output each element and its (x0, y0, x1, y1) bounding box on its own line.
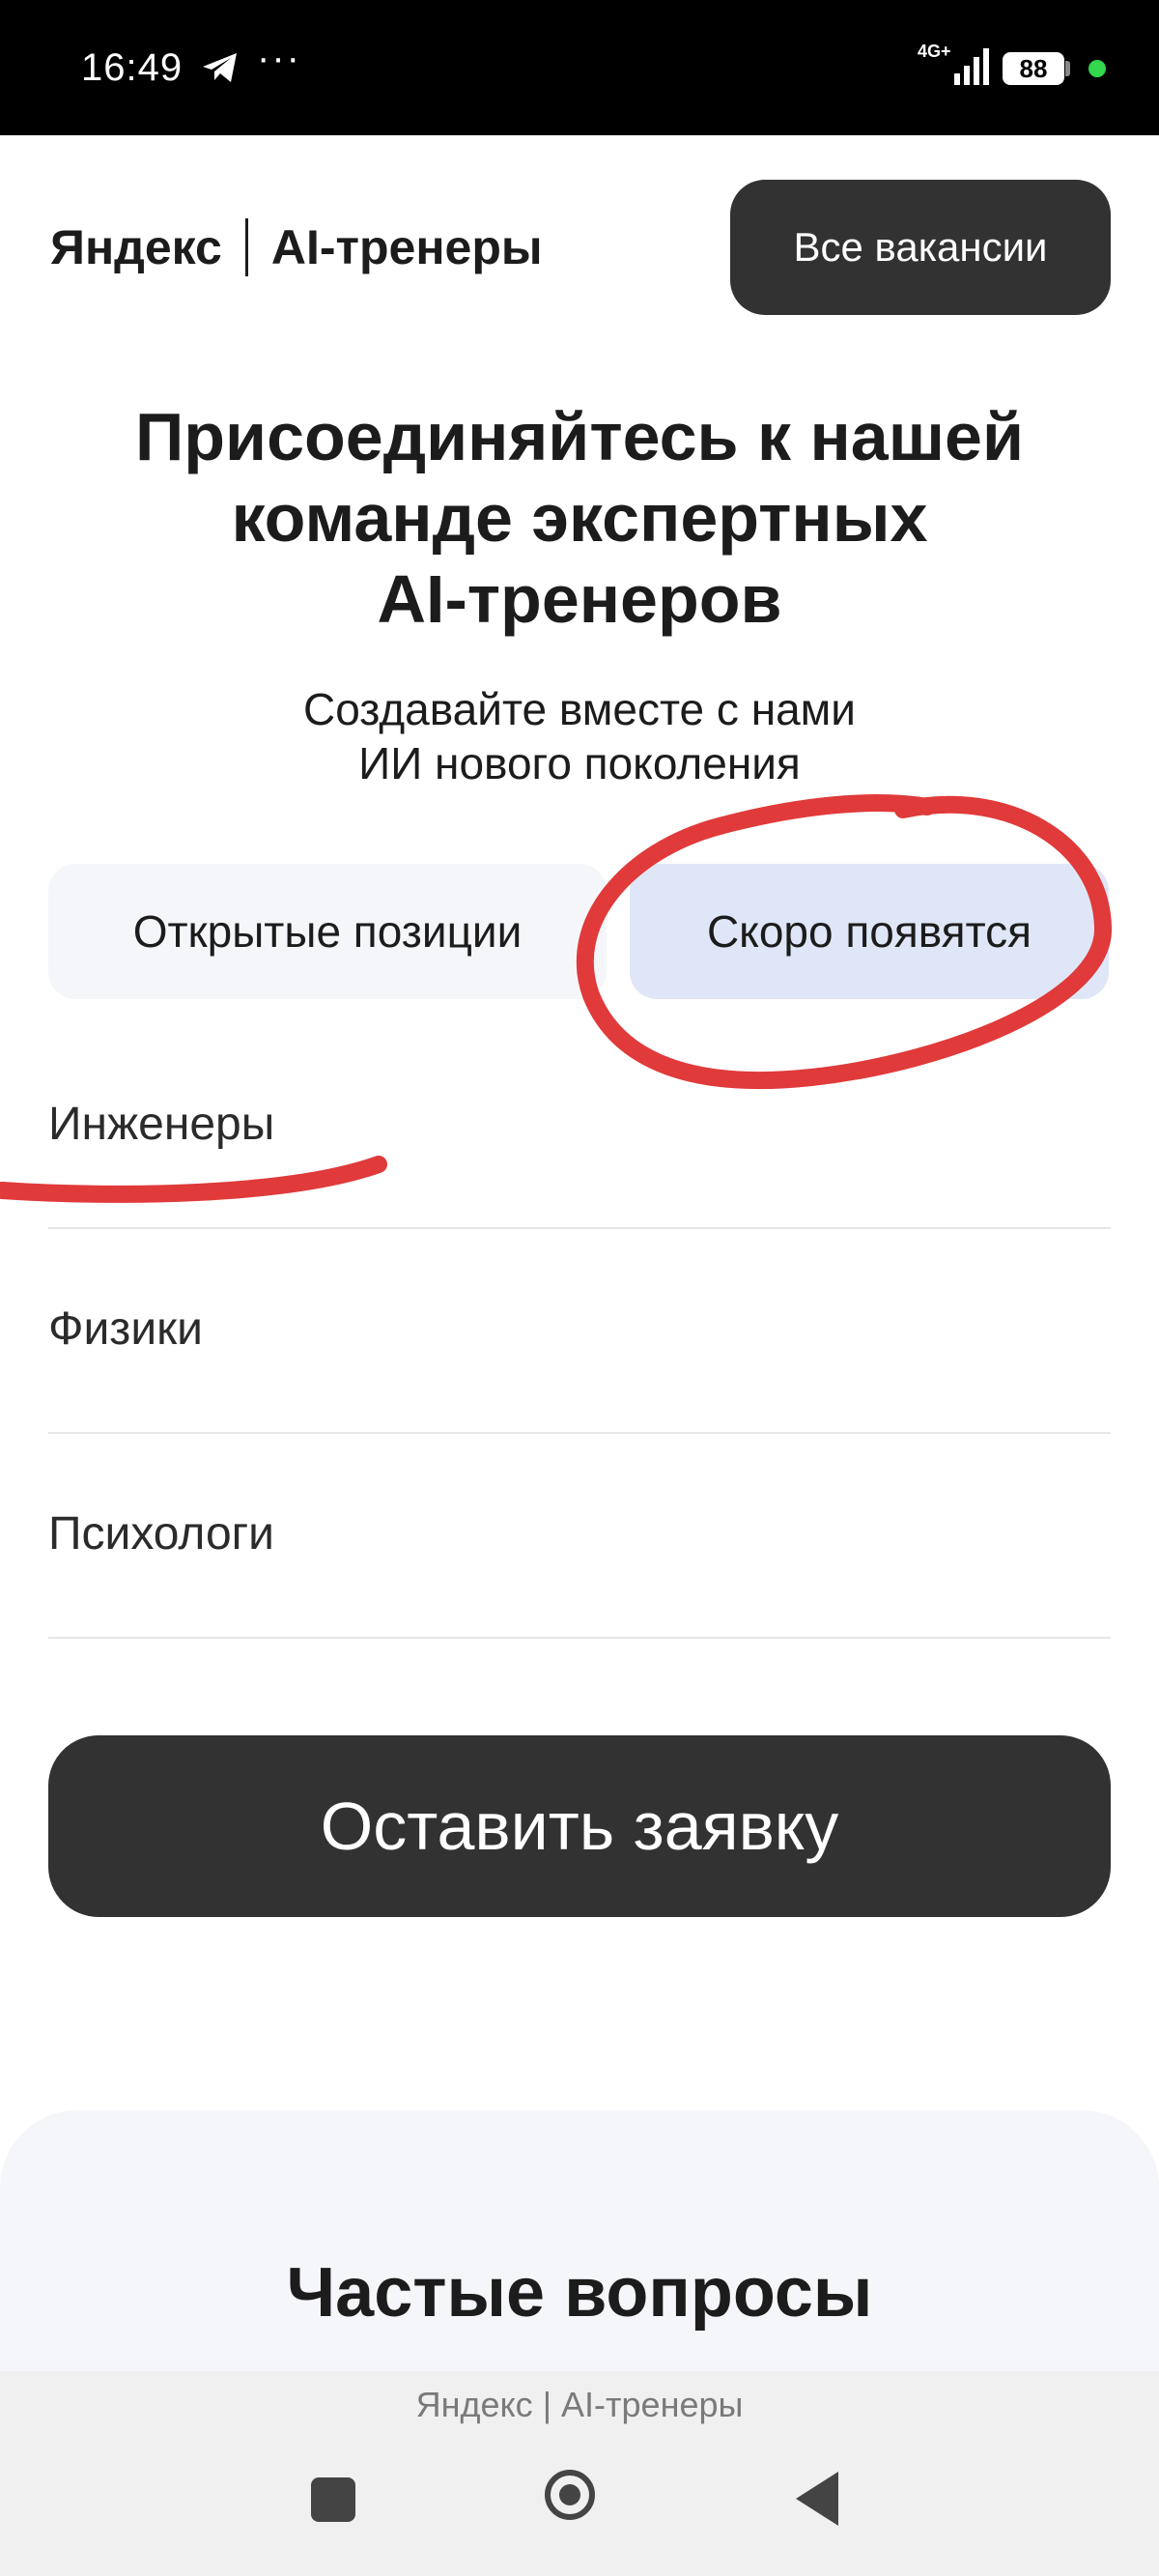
network-type: 4G+ (918, 42, 951, 61)
list-item-label: Физики (48, 1303, 203, 1355)
page-title: Присоединяйтесь к нашей команде экспертн… (58, 396, 1101, 640)
faq-section: Частые вопросы (0, 2110, 1159, 2400)
back-icon[interactable] (796, 2472, 838, 2526)
subtitle-line-2: ИИ нового поколения (358, 738, 801, 788)
signal-icon (954, 48, 989, 85)
brand-divider (244, 218, 248, 276)
page-subtitle: Создавайте вместе с нами ИИ нового покол… (97, 682, 1062, 790)
brand-yandex: Яндекс (50, 220, 222, 274)
brand-logo[interactable]: Яндекс AI-тренеры (50, 218, 543, 276)
tab-coming-soon[interactable]: Скоро появятся (630, 864, 1109, 999)
title-line-1: Присоединяйтесь к нашей (134, 399, 1025, 474)
status-bar: 16:49 ··· 4G+ 88 (0, 0, 1159, 135)
recent-apps-icon[interactable] (311, 2477, 355, 2522)
title-line-3: AI-тренеров (377, 561, 782, 637)
list-item-label: Психологи (48, 1508, 274, 1560)
battery-level: 88 (1003, 52, 1064, 85)
subtitle-line-1: Создавайте вместе с нами (302, 684, 857, 734)
list-item-label: Инженеры (48, 1099, 275, 1150)
status-time: 16:49 (81, 46, 184, 89)
list-item-physicists[interactable]: Физики (48, 1229, 1111, 1434)
faq-title: Частые вопросы (286, 2254, 873, 2332)
all-vacancies-button[interactable]: Все вакансии (730, 180, 1111, 315)
privacy-indicator-dot (1088, 60, 1106, 77)
apply-button[interactable]: Оставить заявку (48, 1735, 1111, 1917)
more-notifications-icon: ··· (257, 37, 301, 79)
battery-icon (1065, 61, 1070, 76)
tab-open-positions[interactable]: Открытые позиции (48, 864, 607, 999)
telegram-icon (203, 53, 237, 82)
site-title[interactable]: Яндекс | AI-тренеры (0, 2385, 1159, 2425)
list-item-psychologists[interactable]: Психологи (48, 1434, 1111, 1639)
bottom-bar: Яндекс | AI-тренеры (0, 2371, 1159, 2576)
brand-product: AI-тренеры (270, 220, 543, 274)
title-line-2: команде экспертных (231, 480, 928, 556)
list-item-engineers[interactable]: Инженеры (48, 1024, 1111, 1229)
home-icon[interactable] (545, 2470, 595, 2520)
